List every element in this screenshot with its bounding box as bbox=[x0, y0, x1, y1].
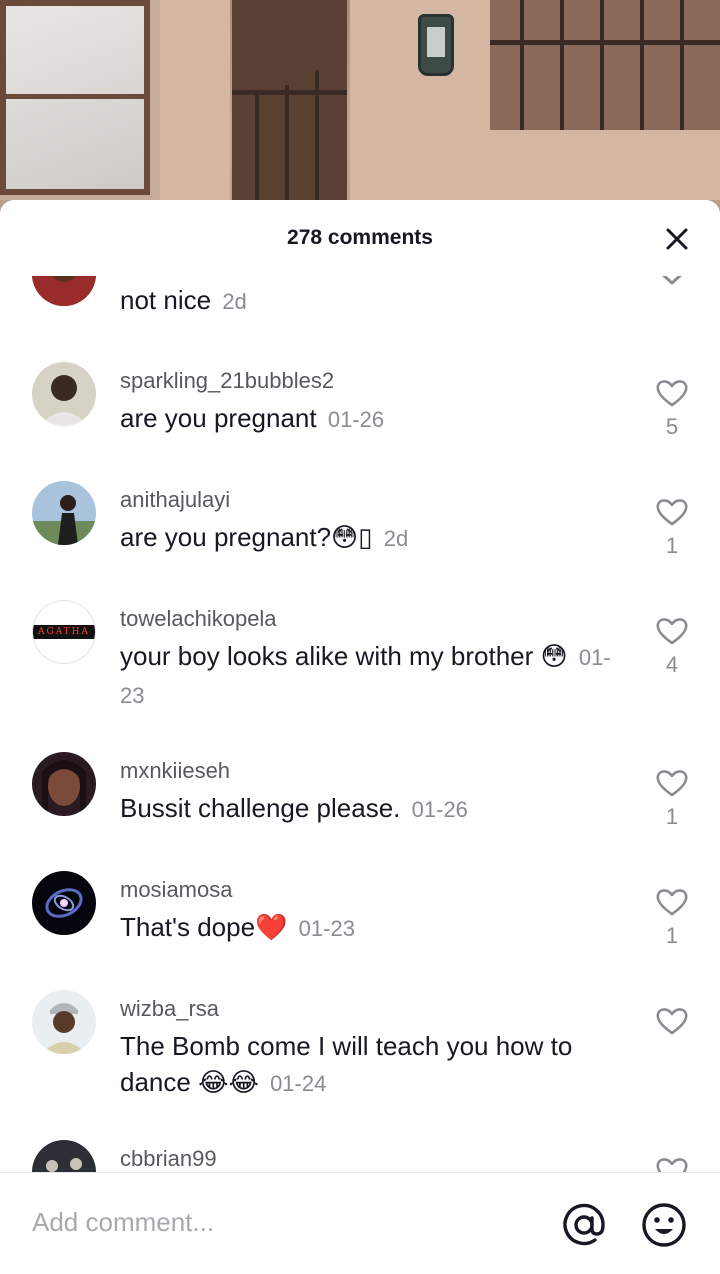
avatar[interactable] bbox=[32, 276, 96, 306]
like-button[interactable] bbox=[652, 1006, 692, 1042]
like-button[interactable]: 5 bbox=[652, 378, 692, 440]
close-button[interactable] bbox=[664, 226, 690, 252]
avatar-image bbox=[32, 990, 96, 1054]
like-button[interactable]: 1 bbox=[652, 887, 692, 949]
avatar-logo-text: AGATHA bbox=[33, 625, 95, 639]
avatar[interactable] bbox=[32, 752, 96, 816]
add-comment-input[interactable] bbox=[32, 1207, 512, 1238]
heart-icon bbox=[656, 1008, 688, 1035]
comment-text: That's dope❤️ 01-23 bbox=[120, 909, 620, 947]
mention-button[interactable] bbox=[560, 1201, 608, 1249]
avatar[interactable] bbox=[32, 1140, 96, 1172]
emoji-button[interactable] bbox=[640, 1201, 688, 1249]
comment-body: your boy looks alike with my brother 😳 bbox=[120, 641, 568, 671]
comments-count-title: 278 comments bbox=[287, 226, 433, 249]
comment-username[interactable]: cbbrian99 bbox=[120, 1146, 217, 1172]
avatar[interactable]: AGATHA bbox=[32, 600, 96, 664]
like-button[interactable] bbox=[652, 1156, 692, 1172]
at-sign-icon bbox=[563, 1203, 605, 1246]
comment-username[interactable]: towelachikopela bbox=[120, 606, 277, 632]
like-button[interactable]: 1 bbox=[652, 497, 692, 559]
comment-text: The Bomb come I will teach you how to da… bbox=[120, 1028, 620, 1102]
comments-sheet: 278 comments not nice 2d sparkling_21bub… bbox=[0, 200, 720, 1274]
comment-username[interactable]: wizba_rsa bbox=[120, 996, 219, 1022]
avatar-image bbox=[32, 871, 96, 935]
comment-body: The Bomb come I will teach you how to da… bbox=[120, 1031, 573, 1097]
comment-time: 01-24 bbox=[270, 1071, 327, 1096]
window-left bbox=[0, 0, 150, 195]
avatar-image bbox=[32, 1140, 96, 1172]
like-count: 5 bbox=[665, 414, 679, 439]
comment-body: are you pregnant?😳▯ bbox=[120, 522, 373, 552]
like-count: 1 bbox=[665, 533, 679, 558]
comment-body: Bussit challenge please. bbox=[120, 793, 401, 823]
sheet-header: 278 comments bbox=[0, 200, 720, 276]
heart-icon bbox=[656, 618, 688, 645]
comment-time: 01-23 bbox=[298, 916, 355, 941]
heart-icon bbox=[656, 380, 688, 407]
close-icon bbox=[666, 228, 688, 250]
wall-lamp bbox=[418, 14, 454, 76]
avatar-image bbox=[32, 752, 96, 816]
comment-username[interactable]: mxnkiieseh bbox=[120, 758, 230, 784]
avatar[interactable] bbox=[32, 362, 96, 426]
avatar[interactable] bbox=[32, 871, 96, 935]
comment-username[interactable]: mosiamosa bbox=[120, 877, 232, 903]
like-button[interactable]: 4 bbox=[652, 616, 692, 678]
comment-time: 2d bbox=[383, 526, 409, 551]
balcony-right bbox=[490, 0, 720, 130]
avatar-image bbox=[32, 276, 96, 306]
comment-text: are you pregnant?😳▯ 2d bbox=[120, 519, 620, 557]
comment-body: are you pregnant bbox=[120, 403, 317, 433]
avatar[interactable] bbox=[32, 481, 96, 545]
like-button[interactable]: 1 bbox=[652, 768, 692, 830]
comment-text: are you pregnant 01-26 bbox=[120, 400, 620, 438]
heart-icon bbox=[656, 1158, 688, 1172]
like-count: 4 bbox=[665, 652, 679, 677]
comment-username[interactable]: anithajulayi bbox=[120, 487, 230, 513]
comment-body: That's dope❤️ bbox=[120, 912, 288, 942]
balcony-left bbox=[232, 0, 347, 200]
comment-text: your boy looks alike with my brother 😳 0… bbox=[120, 638, 620, 714]
emoji-icon bbox=[642, 1203, 686, 1247]
heart-icon bbox=[656, 770, 688, 797]
heart-icon bbox=[656, 499, 688, 526]
comment-text: Bussit challenge please. 01-26 bbox=[120, 790, 620, 828]
collapse-toggle[interactable] bbox=[652, 276, 692, 286]
comment-list[interactable]: not nice 2d sparkling_21bubbles2 are you bbox=[0, 276, 720, 1172]
chevron-down-icon bbox=[662, 276, 682, 285]
comment-text: not nice 2d bbox=[120, 282, 620, 320]
comment-time: 01-26 bbox=[327, 407, 385, 432]
comment-body: not nice bbox=[120, 285, 212, 315]
like-count: 1 bbox=[665, 804, 679, 829]
avatar-image bbox=[32, 362, 96, 426]
comment-time: 01-26 bbox=[411, 797, 468, 822]
like-count: 1 bbox=[665, 923, 679, 948]
comment-time: 2d bbox=[222, 289, 247, 314]
comment-composer bbox=[0, 1172, 720, 1274]
comment-username[interactable]: sparkling_21bubbles2 bbox=[120, 368, 334, 394]
avatar-image bbox=[32, 481, 96, 545]
avatar[interactable] bbox=[32, 990, 96, 1054]
heart-icon bbox=[656, 889, 688, 916]
